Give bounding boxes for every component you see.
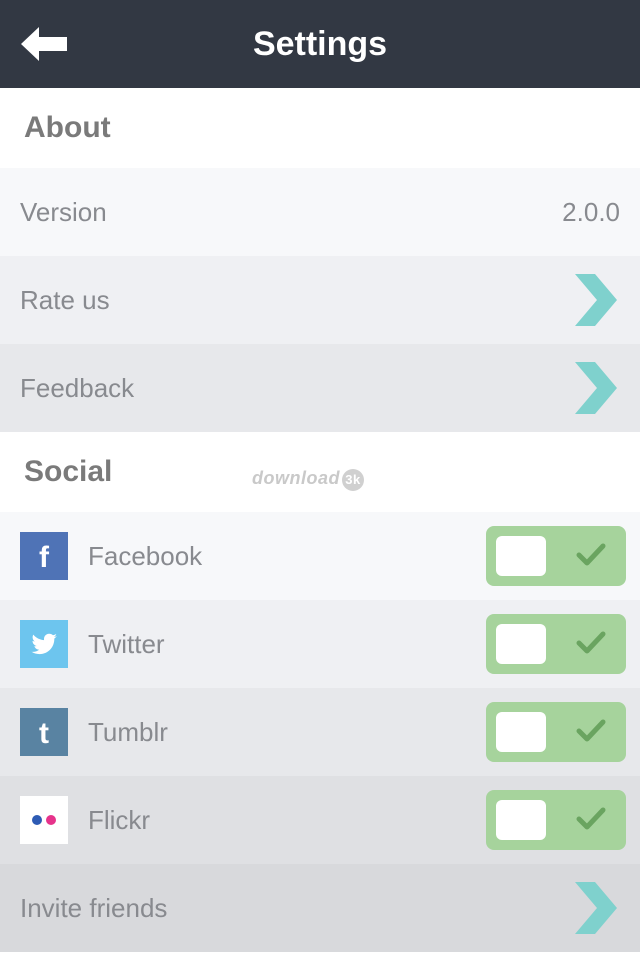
page-title: Settings (252, 25, 388, 63)
check-icon (576, 807, 606, 830)
section-header-about: About (0, 88, 640, 168)
flickr-toggle[interactable] (486, 790, 626, 850)
social-row-facebook: f Facebook (0, 512, 640, 600)
version-label: Version (20, 196, 107, 227)
social-label-facebook: Facebook (88, 540, 203, 571)
chevron-right-icon (572, 274, 620, 326)
social-label-flickr: Flickr (88, 804, 151, 835)
svg-text:f: f (39, 541, 50, 574)
chevron-right-icon (572, 882, 620, 934)
chevron-right-icon (572, 362, 620, 414)
feedback-row[interactable]: Feedback (0, 344, 640, 432)
flickr-icon (20, 796, 68, 844)
twitter-icon (20, 620, 68, 668)
toggle-knob (496, 624, 546, 664)
invite-friends-row[interactable]: Invite friends (0, 864, 640, 952)
watermark-text: download (252, 468, 340, 488)
toggle-knob (496, 712, 546, 752)
invite-friends-label: Invite friends (20, 892, 168, 923)
facebook-icon: f (20, 532, 68, 580)
top-bar: Settings (0, 0, 640, 88)
social-row-flickr: Flickr (0, 776, 640, 864)
facebook-toggle[interactable] (486, 526, 626, 586)
check-icon (576, 631, 606, 654)
social-label-tumblr: Tumblr (88, 716, 168, 747)
check-icon (576, 543, 606, 566)
tumblr-icon: t (20, 708, 68, 756)
feedback-label: Feedback (20, 372, 135, 403)
watermark-badge: 3k (342, 469, 364, 491)
twitter-toggle[interactable] (486, 614, 626, 674)
social-label-twitter: Twitter (88, 628, 165, 659)
rate-us-row[interactable]: Rate us (0, 256, 640, 344)
check-icon (576, 719, 606, 742)
download3k-watermark: download 3k (252, 468, 364, 491)
version-value: 2.0.0 (562, 196, 620, 227)
version-row: Version 2.0.0 (0, 168, 640, 256)
svg-text:t: t (39, 717, 49, 750)
social-row-twitter: Twitter (0, 600, 640, 688)
social-row-tumblr: t Tumblr (0, 688, 640, 776)
tumblr-toggle[interactable] (486, 702, 626, 762)
toggle-knob (496, 536, 546, 576)
rate-us-label: Rate us (20, 284, 110, 315)
toggle-knob (496, 800, 546, 840)
